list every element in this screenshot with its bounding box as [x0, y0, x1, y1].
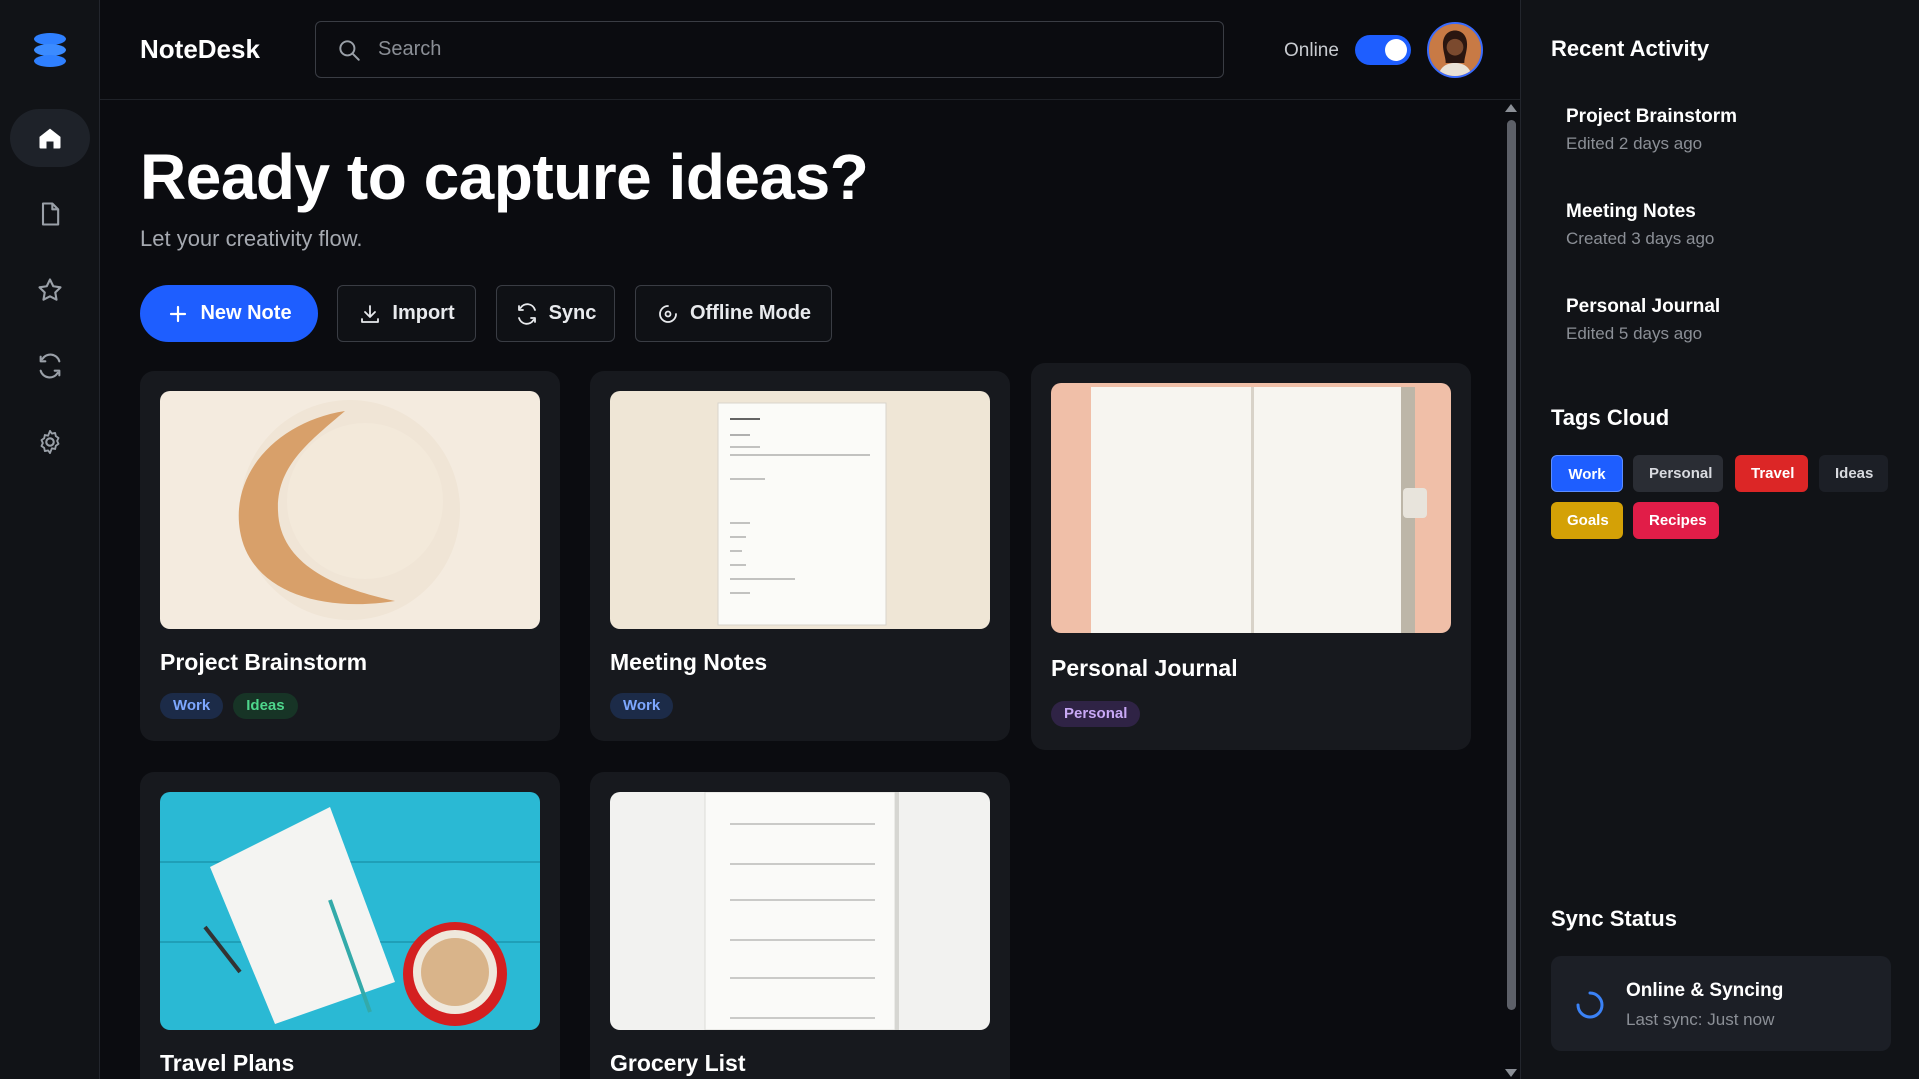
sidebar-item-home[interactable]: [10, 109, 90, 167]
scroll-down-arrow-icon[interactable]: [1505, 1069, 1517, 1077]
sync-icon: [39, 353, 61, 379]
online-status-label: Online: [1284, 40, 1339, 61]
tag-chip-work[interactable]: Work: [1551, 455, 1623, 492]
tag-chip-travel[interactable]: Travel: [1735, 455, 1808, 492]
home-icon: [39, 128, 61, 149]
offline-mode-label: Offline Mode: [689, 302, 812, 324]
activity-title: Project Brainstorm: [1566, 106, 1738, 127]
search-icon: [339, 39, 360, 61]
activity-title: Meeting Notes: [1566, 201, 1696, 222]
star-icon: [38, 278, 62, 301]
tag-chip-recipes[interactable]: Recipes: [1633, 502, 1719, 539]
note-title: Meeting Notes: [610, 649, 768, 675]
note-thumbnail: [1051, 383, 1451, 633]
scroll-up-arrow-icon[interactable]: [1505, 104, 1517, 112]
activity-item[interactable]: Personal Journal Edited 5 days ago: [1566, 296, 1720, 344]
plus-icon: [170, 305, 187, 322]
note-thumbnail: [610, 792, 990, 1030]
activity-item[interactable]: Meeting Notes Created 3 days ago: [1566, 201, 1714, 249]
toggle-knob: [1385, 39, 1407, 61]
user-avatar[interactable]: [1427, 22, 1483, 78]
note-card[interactable]: Personal Journal Personal: [1031, 363, 1471, 750]
gear-icon: [40, 429, 60, 455]
import-button[interactable]: Import: [337, 285, 476, 342]
note-tags: Personal: [1051, 701, 1141, 727]
tag-ideas[interactable]: Ideas: [233, 693, 298, 719]
sync-button[interactable]: Sync: [496, 285, 615, 342]
tag-work[interactable]: Work: [610, 693, 674, 719]
activity-meta: Created 3 days ago: [1566, 229, 1715, 248]
app-name: NoteDesk: [140, 34, 260, 64]
hero-subtitle: Let your creativity flow.: [140, 226, 363, 251]
tag-work[interactable]: Work: [160, 693, 224, 719]
download-icon: [361, 304, 380, 323]
note-title: Grocery List: [610, 1050, 746, 1076]
activity-item[interactable]: Project Brainstorm Edited 2 days ago: [1566, 106, 1737, 154]
note-thumbnail: [610, 391, 990, 629]
hero-title: Ready to capture ideas?: [140, 141, 869, 213]
right-panel: Recent Activity Project Brainstorm Edite…: [1520, 0, 1919, 1079]
import-label: Import: [392, 302, 455, 324]
loading-spinner-icon: [1576, 991, 1604, 1019]
sync-status-card: Online & Syncing Last sync: Just now: [1551, 956, 1891, 1051]
note-title: Personal Journal: [1051, 655, 1238, 681]
tag-personal[interactable]: Personal: [1051, 701, 1141, 727]
activity-title: Personal Journal: [1566, 296, 1721, 317]
online-toggle[interactable]: [1355, 35, 1411, 65]
note-title: Project Brainstorm: [160, 649, 368, 675]
sync-icon: [517, 302, 536, 325]
tag-chip-personal[interactable]: Personal: [1633, 455, 1723, 492]
activity-meta: Edited 2 days ago: [1566, 134, 1703, 153]
activity-meta: Edited 5 days ago: [1566, 324, 1703, 343]
new-note-button[interactable]: New Note: [140, 285, 318, 342]
sync-status-title: Online & Syncing: [1626, 980, 1784, 1001]
offline-mode-button[interactable]: Offline Mode: [635, 285, 832, 342]
sidebar-item-notes[interactable]: [10, 185, 90, 243]
search-bar[interactable]: [315, 21, 1224, 78]
tags-cloud-heading: Tags Cloud: [1551, 405, 1670, 430]
recent-activity-heading: Recent Activity: [1551, 36, 1710, 61]
top-header: NoteDesk Online: [100, 0, 1520, 100]
sidebar-item-favorites[interactable]: [10, 261, 90, 319]
main-scrollbar[interactable]: [1503, 100, 1519, 1079]
note-card[interactable]: Project Brainstorm Work Ideas: [140, 371, 560, 741]
file-icon: [41, 202, 60, 226]
note-tags: Work Ideas: [160, 693, 298, 719]
new-note-label: New Note: [200, 302, 292, 324]
tag-chip-goals[interactable]: Goals: [1551, 502, 1623, 539]
sync-status-heading: Sync Status: [1551, 906, 1677, 931]
offline-icon: [659, 304, 677, 323]
note-card[interactable]: Meeting Notes Work: [590, 371, 1010, 741]
note-thumbnail: [160, 792, 540, 1030]
sidebar-rail: [0, 0, 100, 1079]
scrollbar-thumb[interactable]: [1507, 120, 1516, 1010]
note-tags: Work: [610, 693, 674, 719]
note-card[interactable]: Travel Plans: [140, 772, 560, 1079]
app-logo-icon[interactable]: [30, 30, 70, 70]
sidebar-item-settings[interactable]: [10, 413, 90, 471]
sidebar-item-sync[interactable]: [10, 337, 90, 395]
note-card[interactable]: Grocery List: [590, 772, 1010, 1079]
tag-chip-ideas[interactable]: Ideas: [1819, 455, 1888, 492]
sync-label: Sync: [548, 302, 597, 324]
sync-last-time: Last sync: Just now: [1626, 1010, 1775, 1029]
search-input[interactable]: [378, 38, 1223, 61]
note-thumbnail: [160, 391, 540, 629]
note-title: Travel Plans: [160, 1050, 295, 1076]
